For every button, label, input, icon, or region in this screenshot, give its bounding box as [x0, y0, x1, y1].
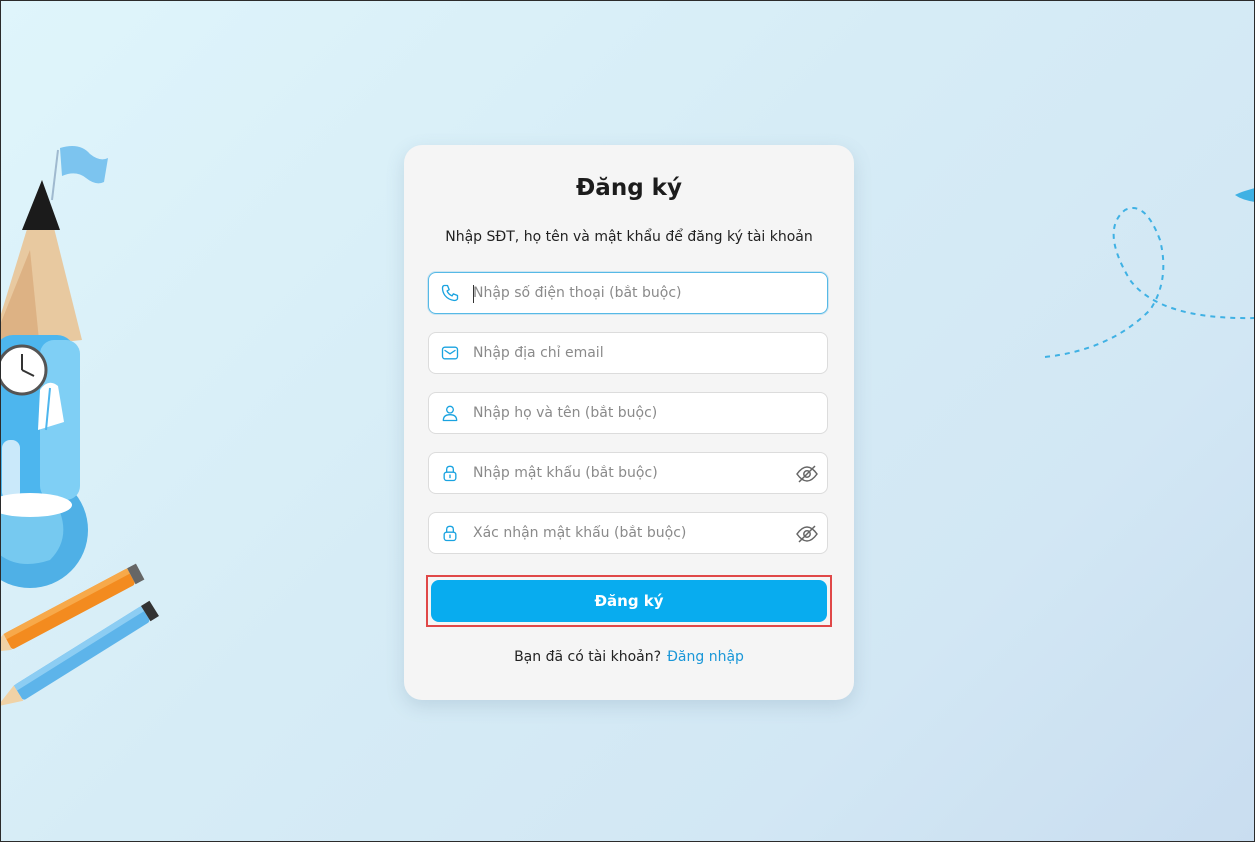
eye-off-icon[interactable]: [795, 522, 819, 546]
mail-icon: [441, 346, 459, 360]
decorative-illustration-left: [0, 146, 159, 707]
user-icon: [442, 405, 458, 422]
lock-icon: [443, 465, 457, 482]
register-button-highlight: Đăng ký: [426, 575, 832, 627]
register-card: Đăng ký Nhập SĐT, họ tên và mật khẩu để …: [404, 145, 854, 700]
login-link[interactable]: Đăng nhập: [667, 649, 744, 665]
password-input[interactable]: [473, 453, 783, 493]
phone-icon: [441, 284, 459, 302]
phone-field[interactable]: [428, 272, 828, 314]
decorative-dashed-path: [1044, 188, 1255, 358]
confirm-password-field[interactable]: [428, 512, 828, 554]
fullname-input[interactable]: [473, 393, 783, 433]
eye-off-icon[interactable]: [795, 462, 819, 486]
confirm-password-input[interactable]: [473, 513, 783, 553]
phone-input[interactable]: [473, 273, 783, 313]
login-prompt: Bạn đã có tài khoản? Đăng nhập: [404, 649, 854, 665]
fullname-field[interactable]: [428, 392, 828, 434]
lock-icon: [443, 525, 457, 542]
login-prompt-text: Bạn đã có tài khoản?: [514, 649, 662, 665]
email-field[interactable]: [428, 332, 828, 374]
email-input[interactable]: [473, 333, 783, 373]
password-field[interactable]: [428, 452, 828, 494]
text-caret: [473, 285, 474, 303]
register-button[interactable]: Đăng ký: [431, 580, 827, 622]
page-subtitle: Nhập SĐT, họ tên và mật khẩu để đăng ký …: [445, 229, 813, 245]
page-title: Đăng ký: [576, 175, 682, 201]
